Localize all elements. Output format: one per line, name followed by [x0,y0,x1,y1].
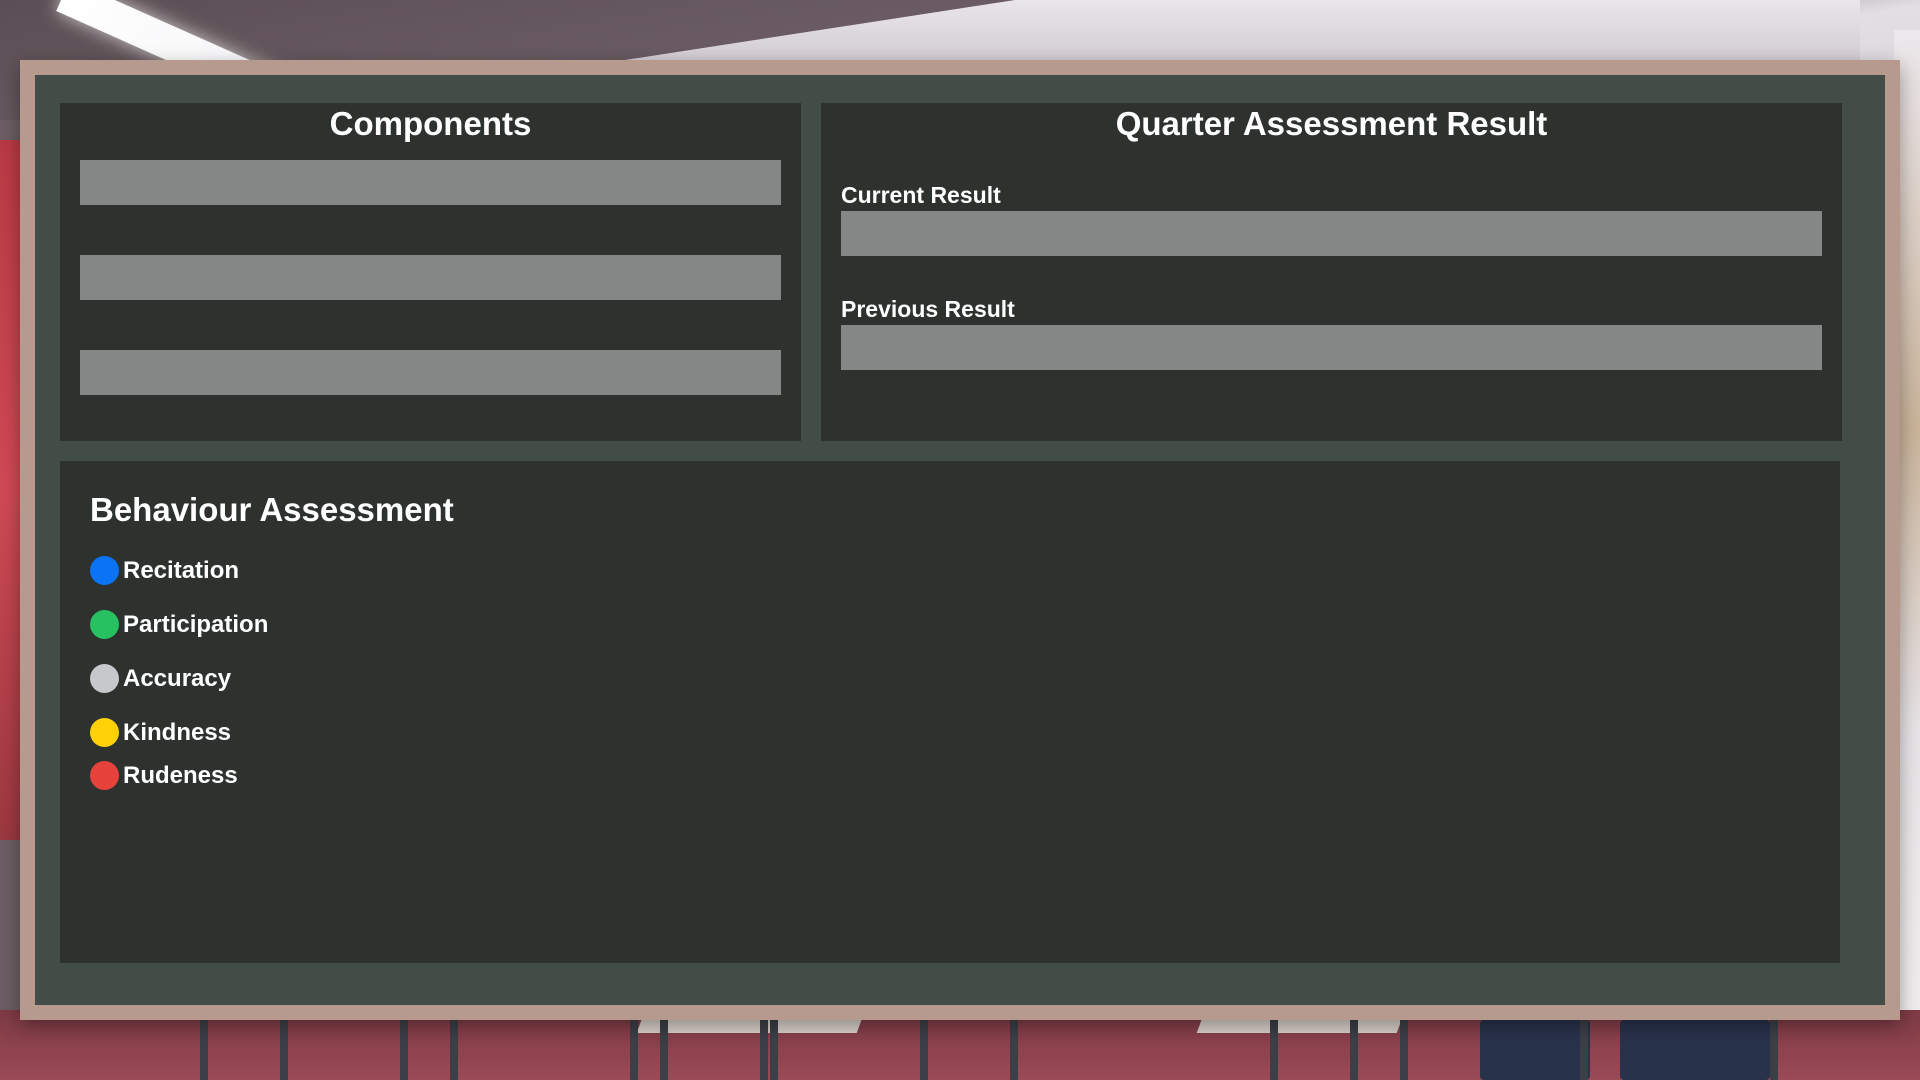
legend-label: Participation [123,610,269,638]
legend-item-participation: Participation [90,610,268,639]
gray-dot-icon [90,664,119,693]
left-wall [0,140,22,840]
desk-leg [280,1010,288,1080]
desk-leg [1400,1010,1408,1080]
desk-leg [630,1010,638,1080]
components-panel: Components [60,103,801,441]
legend-label: Rudeness [123,761,238,789]
desk-leg [1770,1010,1778,1080]
legend-item-recitation: Recitation [90,556,239,585]
current-result-label: Current Result [841,182,1001,208]
legend-item-kindness: Kindness [90,718,231,747]
chair [1620,1020,1770,1080]
desk-leg [400,1010,408,1080]
desk-leg [770,1010,778,1080]
desk-leg [1350,1010,1358,1080]
green-dot-icon [90,610,119,639]
behaviour-assessment-panel: Behaviour Assessment Recitation Particip… [60,461,1840,963]
legend-label: Recitation [123,556,240,584]
red-dot-icon [90,761,119,790]
desk-leg [200,1010,208,1080]
component-row [80,255,781,300]
desk-leg [760,1010,768,1080]
behaviour-assessment-title: Behaviour Assessment [90,491,454,528]
legend-item-rudeness: Rudeness [90,761,238,790]
desk-leg [450,1010,458,1080]
component-row [80,350,781,395]
yellow-dot-icon [90,718,119,747]
desk-leg [1270,1010,1278,1080]
quarter-assessment-panel: Quarter Assessment Result Current Result… [821,103,1842,441]
legend-label: Kindness [123,718,232,746]
desk-leg [920,1010,928,1080]
chalkboard-frame: Components Quarter Assessment Result Cur… [20,60,1900,1020]
legend-item-accuracy: Accuracy [90,664,231,693]
previous-result-label: Previous Result [841,296,1015,322]
previous-result-field [841,325,1822,370]
desk-leg [1010,1010,1018,1080]
blue-dot-icon [90,556,119,585]
quarter-assessment-title: Quarter Assessment Result [1115,105,1548,142]
chair [1480,1020,1590,1080]
current-result-field [841,211,1822,256]
component-row [80,160,781,205]
components-title: Components [329,105,532,142]
desk-leg [660,1010,668,1080]
legend-label: Accuracy [123,664,232,692]
desk-leg [1580,1010,1588,1080]
assessment-board: Components Quarter Assessment Result Cur… [35,75,1885,1005]
